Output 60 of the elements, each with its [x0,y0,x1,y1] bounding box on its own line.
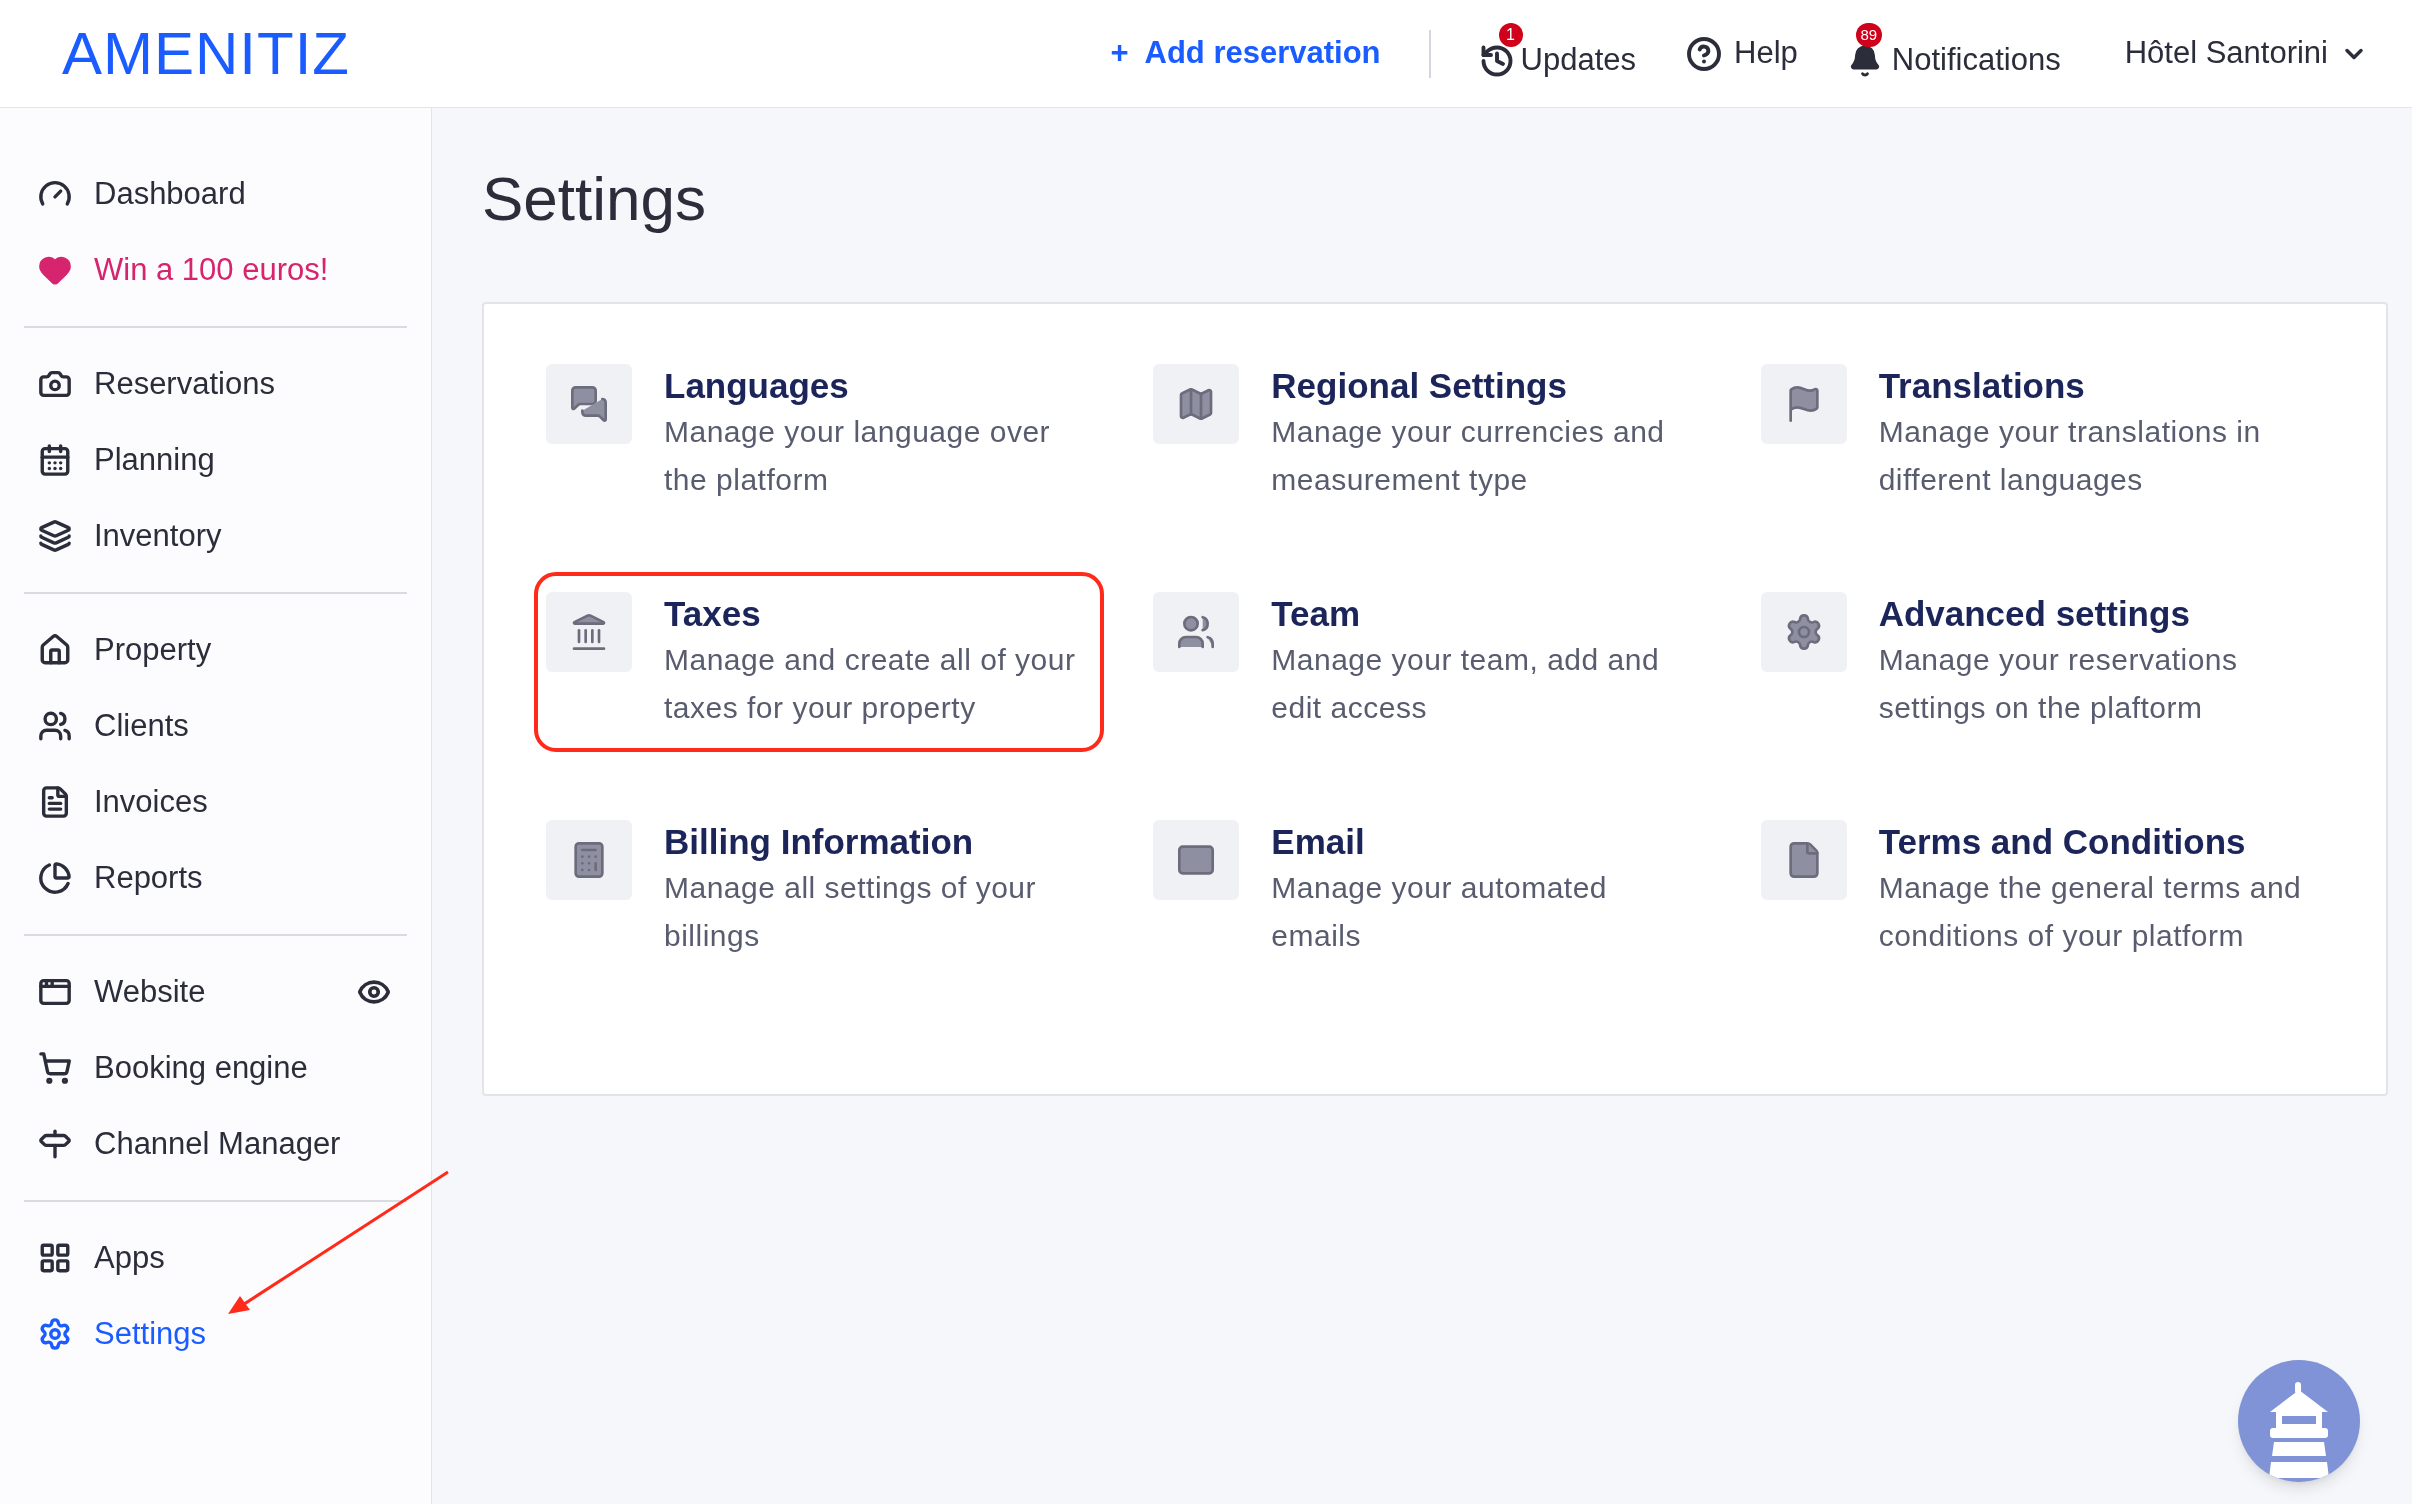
settings-item[interactable]: Team Manage your team, add and edit access [1141,572,1712,752]
settings-item[interactable]: Email Manage your automated emails [1141,800,1712,980]
hotel-dropdown[interactable]: Hôtel Santorini [2124,30,2368,77]
sidebar-item[interactable]: Invoices [38,778,208,826]
notifications-link[interactable]: 89 Notifications [1847,23,2061,84]
settings-item[interactable]: Languages Manage your language over the platform [534,344,1104,524]
calendar-icon [38,443,72,477]
sidebar-item[interactable]: Property [38,626,212,674]
add-reservation-link[interactable]: + Add reservation [1110,30,1381,77]
item-description: Manage your translations in different languages [1878,414,2262,498]
item-title: Translations [1878,365,2086,407]
sidebar-item[interactable]: Website [38,968,206,1016]
settings-icon [38,1317,72,1351]
help-link[interactable]: Help [1686,30,1798,77]
settings-item[interactable]: Terms and Conditions Manage the general terms and conditions of your platform [1748,800,2319,980]
sidebar-item[interactable]: Channel Manager [38,1120,341,1168]
sidebar-item[interactable]: Win a 100 euros! [38,246,329,294]
item-description: Manage the general terms and conditions of your platform [1878,870,2303,954]
item-description: Manage your team, add and edit access [1271,642,1661,726]
item-description: Manage your reservations settings on the plaftorm [1878,642,2239,726]
sidebar-item[interactable]: Settings [38,1310,206,1358]
house-icon [38,633,72,667]
item-title: Terms and Conditions [1878,821,2247,863]
item-title: Advanced settings [1878,593,2191,635]
pie-chart-icon [38,861,72,895]
updates-badge: 1 [1498,23,1523,48]
item-title: Billing Information [664,821,975,863]
item-title: Email [1271,821,1366,863]
chat-bubbles-icon [569,384,609,424]
settings-item[interactable]: Taxes Manage and create all of your taxes for your property [534,572,1104,752]
sidebar-item[interactable]: Apps [38,1234,165,1282]
sidebar-item[interactable]: Planning [38,436,215,484]
item-description: Manage your automated emails [1271,870,1609,954]
item-description: Manage and create all of your taxes for your property [664,642,1077,726]
sidebar-item[interactable]: Booking engine [38,1044,308,1092]
cart-icon [38,1051,72,1085]
settings-item[interactable]: Translations Manage your translations in different languages [1748,344,2319,524]
settings-item[interactable]: Advanced settings Manage your reservations settings on the plaftorm [1748,572,2319,752]
stack-icon [38,519,72,553]
updates-link[interactable]: 1 Updates [1478,23,1637,84]
item-title: Taxes [664,593,762,635]
settings-item[interactable]: Billing Information Manage all settings of your billings [534,800,1104,980]
item-title: Team [1271,593,1362,635]
sidebar-item[interactable]: Dashboard [38,170,246,218]
help-icon [1686,35,1723,72]
sidebar-item[interactable]: Reports [38,854,203,902]
settings-item[interactable]: Regional Settings Manage your currencies and measurement type [1141,344,1712,524]
item-title: Languages [664,365,850,407]
grid-icon [38,1241,72,1275]
item-description: Manage your currencies and measurement type [1271,414,1666,498]
sidebar-item[interactable]: Reservations [38,360,275,408]
item-description: Manage your language over the platform [664,414,1052,498]
notifications-badge: 89 [1855,23,1882,48]
logo[interactable]: AMENITIZ [62,23,350,84]
people-icon [38,709,72,743]
sidebar-item[interactable]: Inventory [38,512,222,560]
sidebar-item[interactable]: Clients [38,702,189,750]
item-title: Regional Settings [1271,365,1568,407]
signpost-icon [38,1127,72,1161]
item-description: Manage all settings of your billings [664,870,1038,954]
